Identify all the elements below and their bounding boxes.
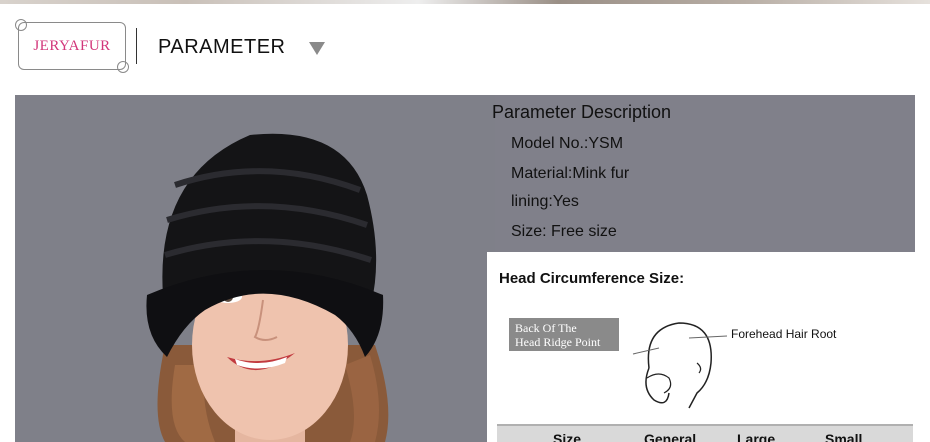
- header-divider: [136, 28, 137, 64]
- back-label-line-2: Head Ridge Point: [515, 335, 601, 349]
- back-label-line-1: Back Of The: [515, 321, 577, 335]
- table-header-size: Size: [553, 431, 582, 442]
- param-size: Size: Free size: [511, 223, 617, 240]
- back-of-head-label: Back Of The Head Ridge Point: [509, 318, 619, 351]
- brand-logo-text: JERYAFUR: [33, 37, 111, 54]
- product-parameter-panel: Parameter Description Model No.:YSM Mate…: [15, 95, 915, 442]
- head-circumference-title: Head Circumference Size:: [499, 270, 685, 287]
- param-material: Material:Mink fur: [511, 165, 630, 182]
- head-circumference-card: Head Circumference Size: Back Of The Hea…: [487, 252, 915, 442]
- table-header-general: General: [644, 431, 697, 442]
- section-header: JERYAFUR PARAMETER: [0, 4, 930, 92]
- section-title: PARAMETER: [158, 36, 286, 58]
- param-lining: lining:Yes: [511, 193, 579, 210]
- model-photo: [15, 95, 495, 442]
- triangle-down-icon: [309, 42, 325, 55]
- table-header-small: Small: [825, 431, 863, 442]
- param-model-no: Model No.:YSM: [511, 135, 624, 152]
- brand-logo[interactable]: JERYAFUR: [15, 19, 129, 73]
- parameter-description-title: Parameter Description: [492, 102, 672, 122]
- head-sketch-icon: [632, 322, 728, 409]
- table-header-large: Large: [737, 431, 776, 442]
- size-table-header: Size General Large Small: [497, 424, 913, 442]
- forehead-hair-root-label: Forehead Hair Root: [731, 327, 837, 341]
